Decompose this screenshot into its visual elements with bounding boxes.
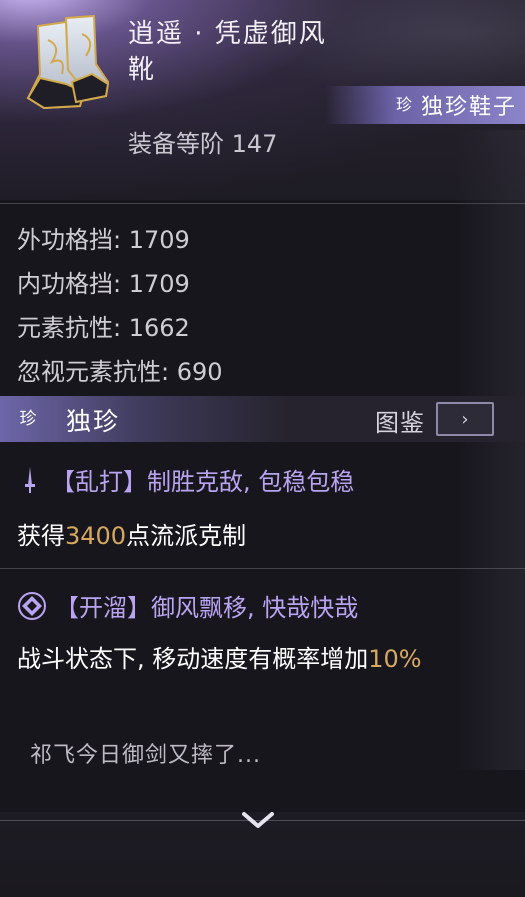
chevron-down-icon[interactable] — [236, 806, 280, 834]
boots-icon — [26, 14, 110, 110]
item-name-line2: 靴 — [128, 55, 157, 85]
item-name-line1: 逍遥 · 凭虚御风 — [128, 19, 327, 49]
section-title: 独珍 — [66, 407, 121, 436]
skill-name: 【开溜】御风飘移, 快哉快哉 — [55, 594, 359, 622]
equipment-level: 装备等阶 147 — [128, 130, 278, 158]
header-divider — [0, 203, 525, 204]
rarity-gem-icon: 珍 — [395, 95, 412, 114]
desc-text: 战斗状态下, 移动速度有概率增加 — [17, 645, 369, 673]
skill-divider — [0, 568, 525, 569]
desc-value: 10% — [368, 645, 422, 673]
desc-value: 3400 — [65, 522, 127, 550]
desc-text: 获得 — [17, 522, 65, 550]
stats-list: 外功格挡: 1709 内功格挡: 1709 元素抗性: 1662 忽视元素抗性:… — [17, 218, 223, 394]
chevron-right-icon: › — [461, 408, 469, 430]
rarity-banner: 珍 独珍鞋子 — [325, 86, 525, 124]
stat-row: 外功格挡: 1709 — [17, 226, 190, 254]
stat-row: 元素抗性: 1662 — [17, 314, 190, 342]
rarity-label: 独珍鞋子 — [420, 95, 517, 120]
atlas-label[interactable]: 图鉴 — [375, 403, 425, 438]
dagger-icon — [25, 466, 35, 493]
stat-row: 内功格挡: 1709 — [17, 270, 190, 298]
item-title: 逍遥 · 凭虚御风 靴 — [128, 16, 428, 88]
skill-title: 【开溜】御风飘移, 快哉快哉 — [17, 588, 358, 623]
desc-text: 点流派克制 — [126, 522, 247, 550]
skill-name: 【乱打】制胜克敌, 包稳包稳 — [51, 468, 355, 496]
stat-row: 忽视元素抗性: 690 — [17, 358, 223, 386]
skill-title: 【乱打】制胜克敌, 包稳包稳 — [17, 462, 354, 497]
skill-description: 获得3400点流派克制 — [17, 516, 246, 551]
flavor-text: 祁飞今日御剑又摔了... — [30, 743, 261, 768]
skill-description: 战斗状态下, 移动速度有概率增加10% — [17, 640, 497, 678]
unique-section-header: 珍 独珍 图鉴 › — [0, 396, 525, 442]
atlas-button[interactable]: › — [436, 402, 494, 436]
diamond-icon — [18, 591, 46, 620]
rarity-gem-icon: 珍 — [19, 409, 37, 429]
